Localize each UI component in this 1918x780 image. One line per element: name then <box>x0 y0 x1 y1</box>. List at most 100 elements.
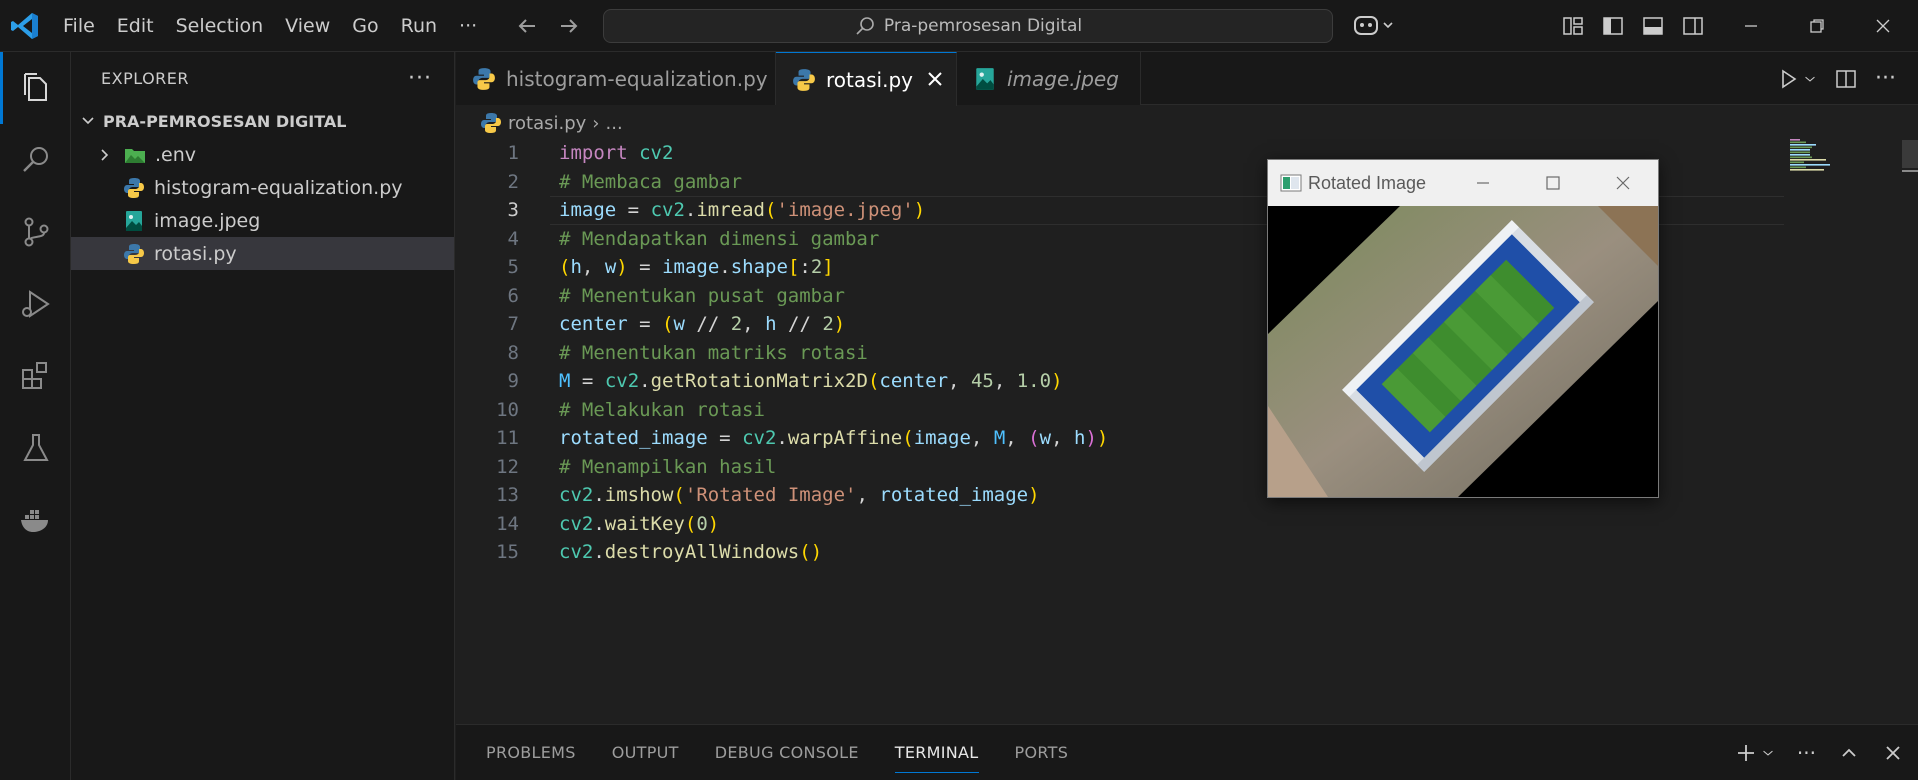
files-icon <box>24 73 47 101</box>
search-activity[interactable] <box>0 124 71 196</box>
restore-button[interactable] <box>1784 0 1850 52</box>
close-icon <box>1876 19 1890 33</box>
command-center-search[interactable]: Pra-pemrosesan Digital <box>603 9 1333 43</box>
minimize-button[interactable] <box>1718 0 1784 52</box>
panel-tab-output[interactable]: OUTPUT <box>612 733 679 773</box>
panel-tab-terminal[interactable]: TERMINAL <box>894 733 979 773</box>
image-window-close-button[interactable] <box>1588 160 1658 206</box>
breadcrumb-symbols[interactable]: ... <box>606 113 623 134</box>
rotated-image-window[interactable]: Rotated Image <box>1267 159 1659 498</box>
code-text[interactable]: image = cv2.imread('image.jpeg') <box>559 199 925 221</box>
panel-tab-problems[interactable]: PROBLEMS <box>486 733 576 773</box>
testing-activity[interactable] <box>0 412 71 484</box>
more-actions-icon[interactable]: ··· <box>1797 741 1816 765</box>
code-text[interactable]: M = cv2.getRotationMatrix2D(center, 45, … <box>559 370 1063 392</box>
tree-item-env[interactable]: .env <box>71 138 454 171</box>
code-text[interactable]: cv2.waitKey(0) <box>559 513 719 535</box>
code-text[interactable]: # Menentukan matriks rotasi <box>559 342 868 364</box>
menu-run[interactable]: Run <box>390 9 448 43</box>
run-debug-activity[interactable] <box>0 268 71 340</box>
bottom-panel: PROBLEMS OUTPUT DEBUG CONSOLE TERMINAL P… <box>456 724 1918 780</box>
copilot-icon[interactable] <box>1352 13 1396 39</box>
toggle-panel-icon[interactable] <box>1641 14 1665 38</box>
close-window-button[interactable] <box>1850 0 1916 52</box>
code-text[interactable]: # Melakukan rotasi <box>559 399 765 421</box>
toggle-secondary-sidebar-icon[interactable] <box>1681 14 1705 38</box>
forward-arrow-icon[interactable] <box>555 12 583 40</box>
close-panel-icon[interactable] <box>1882 742 1904 764</box>
line-number: 12 <box>496 455 519 478</box>
new-terminal-icon[interactable] <box>1735 742 1757 764</box>
image-window-maximize-button[interactable] <box>1518 160 1588 206</box>
panel-tab-ports[interactable]: PORTS <box>1015 733 1069 773</box>
search-icon <box>22 147 48 172</box>
run-python-file-icon[interactable] <box>1777 68 1799 90</box>
chevron-down-icon[interactable] <box>1803 68 1817 90</box>
breadcrumb-file[interactable]: rotasi.py <box>508 113 586 134</box>
restore-icon <box>1810 19 1824 33</box>
tree-item-rotasi[interactable]: rotasi.py <box>71 237 454 270</box>
code-line[interactable]: 14 cv2.waitKey(0) <box>456 510 1776 539</box>
panel-tab-debug-console[interactable]: DEBUG CONSOLE <box>715 733 859 773</box>
chevron-right-icon <box>101 148 109 161</box>
code-text[interactable]: # Mendapatkan dimensi gambar <box>559 228 879 250</box>
line-number: 13 <box>496 484 519 507</box>
breadcrumb-separator: › <box>592 112 600 134</box>
window-controls <box>1718 0 1916 52</box>
code-text[interactable]: # Membaca gambar <box>559 171 742 193</box>
code-line[interactable]: 15 cv2.destroyAllWindows() <box>456 538 1776 567</box>
image-window-minimize-button[interactable] <box>1448 160 1518 206</box>
vscode-logo-icon[interactable] <box>10 11 40 41</box>
breadcrumb: rotasi.py › ... <box>456 105 623 141</box>
code-text[interactable]: # Menampilkan hasil <box>559 456 776 478</box>
tab-rotasi[interactable]: rotasi.py <box>776 52 957 106</box>
explorer-more-actions[interactable]: ··· <box>408 66 432 91</box>
code-text[interactable]: import cv2 <box>559 142 673 164</box>
tab-image-jpeg[interactable]: image.jpeg <box>957 52 1141 105</box>
code-text[interactable]: center = (w // 2, h // 2) <box>559 313 845 335</box>
tree-item-image-jpeg[interactable]: image.jpeg <box>71 204 454 237</box>
menu-go[interactable]: Go <box>341 9 389 43</box>
explorer-sidebar: EXPLORER ··· PRA-PEMROSESAN DIGITAL .env… <box>71 52 455 780</box>
docker-icon <box>20 510 48 532</box>
back-arrow-icon[interactable] <box>513 12 541 40</box>
menu-more[interactable]: ··· <box>448 9 488 43</box>
split-editor-icon[interactable] <box>1835 68 1857 90</box>
maximize-panel-icon[interactable] <box>1838 742 1860 764</box>
image-window-titlebar[interactable]: Rotated Image <box>1268 160 1658 206</box>
more-actions-icon[interactable]: ··· <box>1875 66 1896 91</box>
code-text[interactable]: cv2.destroyAllWindows() <box>559 541 822 563</box>
editor-scrollbar[interactable] <box>1900 140 1918 174</box>
tab-label: image.jpeg <box>1007 66 1119 91</box>
chevron-down-icon[interactable] <box>1761 742 1775 764</box>
activity-bar <box>0 52 71 780</box>
tab-histogram-equalization[interactable]: histogram-equalization.py <box>456 52 776 105</box>
explorer-activity[interactable] <box>0 52 71 124</box>
title-bar: File Edit Selection View Go Run ··· Pra-… <box>0 0 1918 52</box>
close-tab-icon[interactable] <box>924 68 946 90</box>
minimap[interactable] <box>1788 137 1848 173</box>
tab-label: histogram-equalization.py <box>506 66 768 91</box>
code-text[interactable]: rotated_image = cv2.warpAffine(image, M,… <box>559 427 1108 449</box>
maximize-icon <box>1546 176 1560 190</box>
code-text[interactable]: # Menentukan pusat gambar <box>559 285 845 307</box>
workspace-folder[interactable]: PRA-PEMROSESAN DIGITAL <box>71 104 454 138</box>
toggle-primary-sidebar-icon[interactable] <box>1601 14 1625 38</box>
tree-item-histogram-equalization[interactable]: histogram-equalization.py <box>71 171 454 204</box>
menu-selection[interactable]: Selection <box>165 9 275 43</box>
menu-view[interactable]: View <box>274 9 341 43</box>
extensions-activity[interactable] <box>0 340 71 412</box>
line-number: 9 <box>507 370 519 393</box>
menu-file[interactable]: File <box>52 9 106 43</box>
python-icon <box>124 243 144 264</box>
source-control-activity[interactable] <box>0 196 71 268</box>
menu-edit[interactable]: Edit <box>106 9 165 43</box>
run-debug-icon <box>21 290 50 318</box>
docker-activity[interactable] <box>0 484 71 556</box>
line-number: 11 <box>496 427 519 450</box>
env-folder-icon <box>125 148 145 163</box>
code-text[interactable]: cv2.imshow('Rotated Image', rotated_imag… <box>559 484 1040 506</box>
customize-layout-icon[interactable] <box>1561 14 1585 38</box>
code-text[interactable]: (h, w) = image.shape[:2] <box>559 256 834 278</box>
line-number: 14 <box>496 512 519 535</box>
